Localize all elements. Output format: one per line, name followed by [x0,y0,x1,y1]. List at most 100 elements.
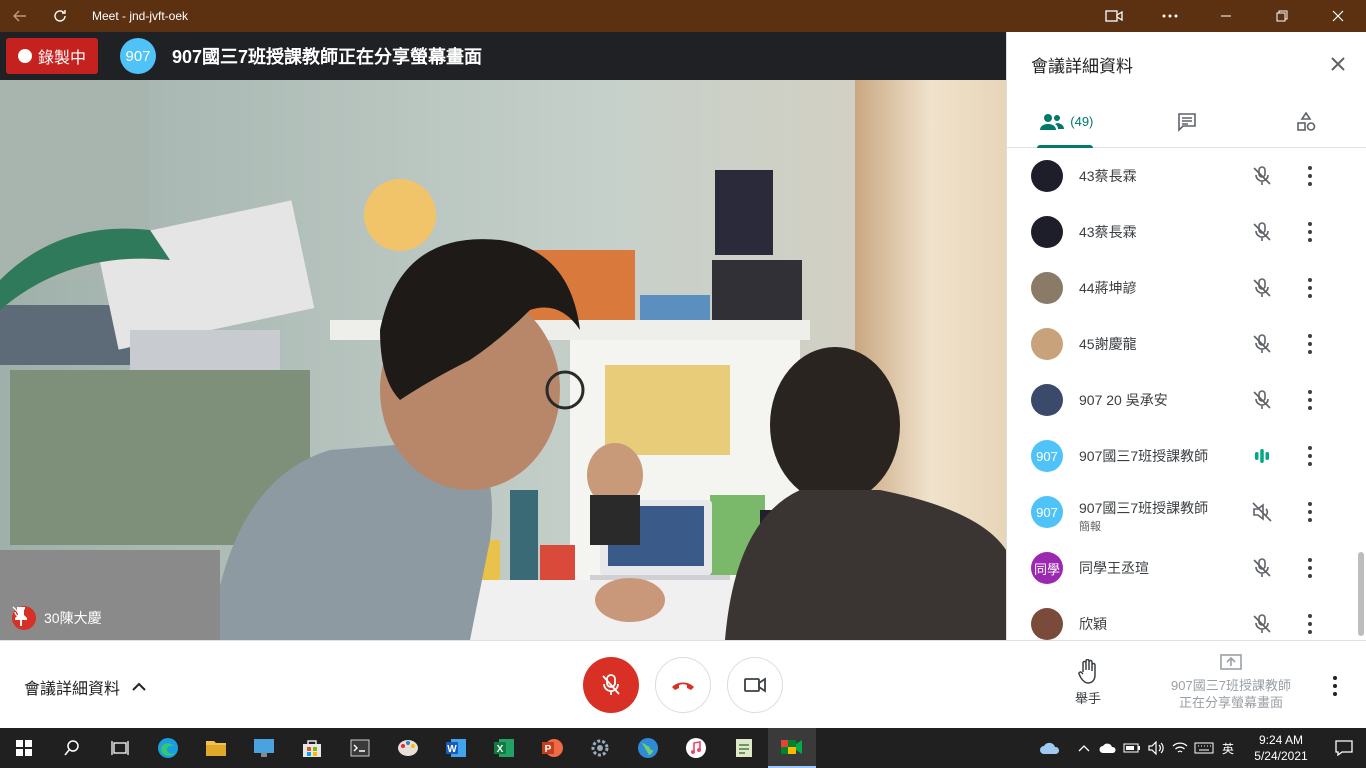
task-view-button[interactable] [96,728,144,768]
participant-row[interactable]: 907 20 吳承安 [1007,372,1366,428]
mic-off-icon[interactable] [1251,165,1273,187]
panel-title: 會議詳細資料 [1031,56,1133,76]
tab-chat[interactable] [1127,96,1247,147]
taskbar-music[interactable] [672,728,720,768]
more-vertical-icon[interactable] [1303,389,1317,411]
call-controls-bar: 會議詳細資料 舉手 907國三7班授課教師 正在分享螢幕畫面 [0,640,1366,728]
folder-icon [206,741,226,756]
network-button[interactable] [1168,728,1192,768]
taskbar-terminal[interactable] [336,728,384,768]
participant-row[interactable]: 45謝慶龍 [1007,316,1366,372]
mic-off-icon[interactable] [1251,277,1273,299]
participant-row[interactable]: 907 907國三7班授課教師 [1007,428,1366,484]
taskbar-file-explorer[interactable] [192,728,240,768]
more-vertical-icon[interactable] [1328,675,1342,697]
speaker-icon [1148,741,1164,755]
task-view-icon [111,741,129,755]
refresh-icon [54,10,66,22]
video-window-button[interactable] [1086,0,1142,32]
minimize-icon [1221,15,1231,17]
presenting-banner: 907國三7班授課教師正在分享螢幕畫面 [172,47,483,67]
clock[interactable]: 9:24 AM 5/24/2021 [1240,732,1322,764]
present-now-button[interactable]: 907國三7班授課教師 正在分享螢幕畫面 [1160,653,1302,711]
more-vertical-icon[interactable] [1303,557,1317,579]
weather-button[interactable] [1038,728,1062,768]
people-count: (49) [1070,114,1094,129]
onedrive-button[interactable] [1096,728,1120,768]
more-vertical-icon[interactable] [1303,501,1317,523]
taskbar-word[interactable]: W [432,728,480,768]
raise-hand-label: 舉手 [1074,691,1101,706]
clock-time: 9:24 AM [1258,733,1304,747]
toggle-camera-button[interactable] [727,657,783,713]
taskbar-app-photos[interactable] [240,728,288,768]
participant-name: 907 20 吳承安 [1079,392,1168,408]
participant-name: 44蔣坤諺 [1079,280,1137,296]
participant-row[interactable]: 欣穎 [1007,596,1366,640]
svg-text:P: P [545,744,552,755]
more-vertical-icon[interactable] [1303,445,1317,467]
keyboard-icon [1194,742,1214,754]
minimize-button[interactable] [1198,0,1254,32]
toggle-mic-button[interactable] [583,657,639,713]
participant-list-scrollbar[interactable] [1358,552,1364,636]
more-vertical-icon[interactable] [1303,221,1317,243]
more-options-button[interactable] [1142,0,1198,32]
activities-shapes-icon [1297,111,1316,131]
close-window-button[interactable] [1310,0,1366,32]
more-vertical-icon[interactable] [1303,613,1317,635]
show-hidden-icons-button[interactable] [1072,728,1096,768]
search-icon [64,740,79,756]
participant-avatar [1031,384,1063,416]
speaking-indicator-icon[interactable] [1251,445,1273,467]
taskbar-paint[interactable] [384,728,432,768]
start-button[interactable] [0,728,48,768]
participant-avatar [1031,160,1063,192]
mic-off-icon[interactable] [1251,333,1273,355]
excel-icon: X [494,739,514,757]
globe-icon [638,738,658,758]
taskbar-maps[interactable] [624,728,672,768]
input-method-indicator[interactable]: 英 [1216,728,1240,768]
touch-keyboard-button[interactable] [1192,728,1216,768]
more-vertical-icon[interactable] [1303,333,1317,355]
taskbar-edge[interactable] [144,728,192,768]
mic-off-icon[interactable] [1251,221,1273,243]
close-icon[interactable] [1326,52,1350,76]
video-participant-name: 30陳大慶 [44,610,102,626]
back-button[interactable] [0,0,40,32]
taskbar-excel[interactable]: X [480,728,528,768]
more-vertical-icon[interactable] [1303,277,1317,299]
taskbar-powerpoint[interactable]: P [528,728,576,768]
back-arrow-icon [13,10,26,22]
participant-row[interactable]: 同學 同學王丞瑄 [1007,540,1366,596]
search-button[interactable] [48,728,96,768]
video-camera-icon [1105,10,1123,22]
taskbar-store[interactable] [288,728,336,768]
tab-people[interactable]: (49) [1007,96,1127,147]
meeting-details-toggle[interactable]: 會議詳細資料 [24,675,146,699]
taskbar-google-meet[interactable] [768,728,816,768]
participant-row[interactable]: 907 907國三7班授課教師 簡報 [1007,484,1366,540]
mic-off-icon[interactable] [1251,557,1273,579]
more-vertical-icon[interactable] [1303,165,1317,187]
taskbar-settings[interactable] [576,728,624,768]
recording-badge[interactable]: 錄製中 [6,38,98,74]
battery-button[interactable] [1120,728,1144,768]
edge-browser-icon [158,738,178,758]
raise-hand-button[interactable]: 舉手 [1064,658,1112,707]
participant-row[interactable]: 44蔣坤諺 [1007,260,1366,316]
notification-icon [1335,740,1353,756]
volume-button[interactable] [1144,728,1168,768]
leave-call-button[interactable] [655,657,711,713]
speaker-off-icon[interactable] [1251,501,1273,523]
taskbar-notes[interactable] [720,728,768,768]
participant-row[interactable]: 43蔡長霖 [1007,148,1366,204]
tab-activities[interactable] [1246,96,1366,147]
refresh-button[interactable] [40,0,80,32]
mic-off-icon[interactable] [1251,389,1273,411]
notification-center-button[interactable] [1322,728,1366,768]
restore-button[interactable] [1254,0,1310,32]
mic-off-icon[interactable] [1251,613,1273,635]
participant-row[interactable]: 43蔡長霖 [1007,204,1366,260]
